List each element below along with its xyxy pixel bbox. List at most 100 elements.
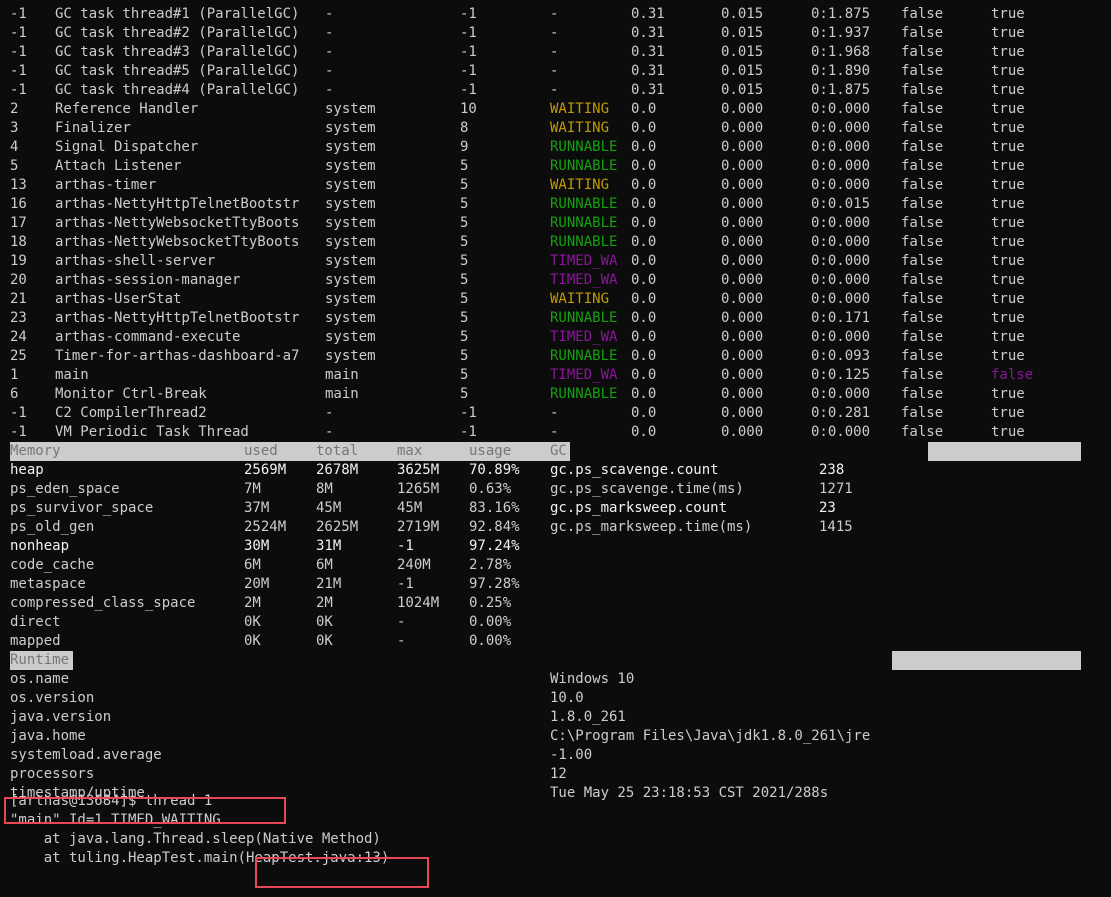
- thread-daemon-cell: true: [991, 158, 1025, 174]
- thread-group-cell: system: [325, 348, 376, 364]
- runtime-key-cell: systemload.average: [10, 747, 162, 763]
- thread-row: 13 arthas-timer system 5 WAITING 0.0 0.000 0:0.…: [0, 176, 1111, 195]
- thread-delta-cell: 0.000: [721, 424, 764, 440]
- thread-name-cell: GC task thread#5 (ParallelGC): [55, 63, 300, 79]
- thread-delta-cell: 0.000: [721, 367, 764, 383]
- thread-priority-cell: -1: [460, 63, 477, 79]
- thread-time-cell: 0:0.000: [811, 158, 871, 174]
- thread-daemon-cell: true: [991, 63, 1025, 79]
- thread-time-cell: 0:0.000: [811, 120, 871, 136]
- thread-group-cell: -: [325, 6, 334, 22]
- thread-id-cell: -1: [10, 405, 27, 421]
- thread-name-cell: Timer-for-arthas-dashboard-a7: [55, 348, 300, 364]
- thread-delta-cell: 0.015: [721, 63, 764, 79]
- thread-delta-cell: 0.015: [721, 44, 764, 60]
- memory-usage-cell: 97.28%: [469, 576, 520, 592]
- memory-total-cell: 6M: [316, 557, 333, 573]
- thread-row: -1 GC task thread#1 (ParallelGC) - -1 - 0.31 0…: [0, 5, 1111, 24]
- thread-name-cell: arthas-NettyHttpTelnetBootstr: [55, 196, 300, 212]
- thread-cpu-cell: 0.0: [631, 329, 657, 345]
- memory-total-cell: 31M: [316, 538, 342, 554]
- thread-id-cell: -1: [10, 424, 27, 440]
- thread-name-cell: GC task thread#3 (ParallelGC): [55, 44, 300, 60]
- thread-group-cell: -: [325, 424, 334, 440]
- thread-delta-cell: 0.015: [721, 82, 764, 98]
- memory-row: ps_old_gen 2524M 2625M 2719M 92.84% gc.ps_mar…: [0, 518, 1111, 537]
- memory-total-cell: 21M: [316, 576, 342, 592]
- gc-name-cell: gc.ps_scavenge.time(ms): [550, 481, 744, 497]
- runtime-value-cell: 10.0: [550, 690, 584, 706]
- thread-daemon-cell: true: [991, 139, 1025, 155]
- thread-row: 4 Signal Dispatcher system 9 RUNNABLE 0.0 0.00…: [0, 138, 1111, 157]
- thread-time-cell: 0:0.000: [811, 101, 871, 117]
- thread-cpu-cell: 0.31: [631, 82, 665, 98]
- thread-state-cell: TIMED_WA: [550, 367, 618, 383]
- memory-usage-cell: 83.16%: [469, 500, 520, 516]
- thread-daemon-cell: true: [991, 177, 1025, 193]
- thread-name-cell: Attach Listener: [55, 158, 182, 174]
- thread-state-cell: WAITING: [550, 101, 610, 117]
- thread-delta-cell: 0.000: [721, 272, 764, 288]
- memory-name-cell: nonheap: [10, 538, 70, 554]
- thread-cpu-cell: 0.31: [631, 6, 665, 22]
- thread-state-cell: TIMED_WA: [550, 272, 618, 288]
- thread-interrupted-cell: false: [901, 82, 944, 98]
- thread-id-cell: 19: [10, 253, 27, 269]
- thread-state-cell: RUNNABLE: [550, 139, 618, 155]
- thread-cpu-cell: 0.0: [631, 196, 657, 212]
- thread-group-cell: system: [325, 291, 376, 307]
- thread-priority-cell: 8: [460, 120, 469, 136]
- thread-daemon-cell: true: [991, 253, 1025, 269]
- thread-id-cell: -1: [10, 25, 27, 41]
- thread-state-cell: RUNNABLE: [550, 310, 618, 326]
- thread-time-cell: 0:1.890: [811, 63, 871, 79]
- thread-state-cell: TIMED_WA: [550, 329, 618, 345]
- thread-state-cell: RUNNABLE: [550, 196, 618, 212]
- thread-group-cell: main: [325, 367, 359, 383]
- thread-interrupted-cell: false: [901, 63, 944, 79]
- thread-cpu-cell: 0.31: [631, 44, 665, 60]
- thread-group-cell: system: [325, 158, 376, 174]
- thread-daemon-cell: true: [991, 101, 1025, 117]
- thread-interrupted-cell: false: [901, 367, 944, 383]
- gc-value-cell: 23: [819, 500, 836, 516]
- thread-priority-cell: 5: [460, 177, 469, 193]
- thread-priority-cell: -1: [460, 82, 477, 98]
- thread-group-cell: system: [325, 177, 376, 193]
- thread-group-cell: system: [325, 329, 376, 345]
- thread-time-cell: 0:0.000: [811, 215, 871, 231]
- thread-name-cell: arthas-NettyWebsocketTtyBoots: [55, 215, 300, 231]
- thread-group-cell: -: [325, 44, 334, 60]
- thread-group-cell: system: [325, 253, 376, 269]
- thread-name-cell: arthas-session-manager: [55, 272, 241, 288]
- thread-time-cell: 0:0.171: [811, 310, 871, 326]
- thread-group-cell: main: [325, 386, 359, 402]
- thread-daemon-cell: true: [991, 215, 1025, 231]
- thread-group-cell: system: [325, 196, 376, 212]
- thread-name-cell: Signal Dispatcher: [55, 139, 199, 155]
- thread-cpu-cell: 0.0: [631, 215, 657, 231]
- thread-name-cell: arthas-command-execute: [55, 329, 241, 345]
- thread-group-cell: -: [325, 25, 334, 41]
- thread-time-cell: 0:1.937: [811, 25, 871, 41]
- runtime-key-cell: processors: [10, 766, 95, 782]
- thread-delta-cell: 0.015: [721, 6, 764, 22]
- memory-header-total: total: [316, 443, 359, 459]
- runtime-row: java.home C:\Program Files\Java\jdk1.8.0_…: [0, 727, 1111, 746]
- thread-time-cell: 0:1.875: [811, 82, 871, 98]
- memory-max-cell: -1: [397, 538, 414, 554]
- thread-interrupted-cell: false: [901, 329, 944, 345]
- thread-name-cell: GC task thread#1 (ParallelGC): [55, 6, 300, 22]
- memory-usage-cell: 70.89%: [469, 462, 520, 478]
- gc-value-cell: 1271: [819, 481, 853, 497]
- thread-cpu-cell: 0.31: [631, 25, 665, 41]
- thread-interrupted-cell: false: [901, 6, 944, 22]
- thread-interrupted-cell: false: [901, 25, 944, 41]
- thread-delta-cell: 0.000: [721, 215, 764, 231]
- thread-row: 16 arthas-NettyHttpTelnetBootstr system 5 RU…: [0, 195, 1111, 214]
- thread-row: 3 Finalizer system 8 WAITING 0.0 0.000 0:0.000 f…: [0, 119, 1111, 138]
- thread-group-cell: system: [325, 139, 376, 155]
- memory-header-usage: usage: [469, 443, 512, 459]
- thread-group-cell: system: [325, 120, 376, 136]
- memory-max-cell: -: [397, 633, 406, 649]
